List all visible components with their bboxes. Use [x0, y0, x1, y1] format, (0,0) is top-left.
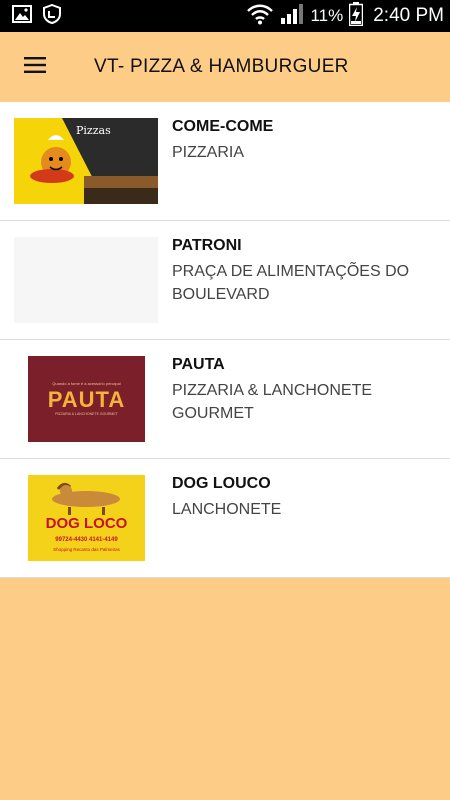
- restaurant-logo: DOG LOCO 99724-4430 4141-4149 Shopping R…: [14, 475, 158, 561]
- clock: 2:40 PM: [373, 5, 444, 26]
- restaurant-item-dog-louco[interactable]: DOG LOCO 99724-4430 4141-4149 Shopping R…: [0, 459, 450, 578]
- restaurant-item-patroni[interactable]: PATRONI PRAÇA DE ALIMENTAÇÕES DO BOULEVA…: [0, 221, 450, 340]
- hamburger-menu-icon: [24, 56, 46, 78]
- restaurant-name: DOG LOUCO: [172, 475, 271, 492]
- restaurant-name: PATRONI: [172, 237, 242, 254]
- battery-charging-icon: [348, 1, 364, 31]
- page-title: VT- PIZZA & HAMBURGUER: [94, 56, 349, 77]
- logo-phone: 99724-4430 4141-4149: [55, 537, 118, 543]
- restaurant-description: LANCHONETE: [172, 501, 282, 518]
- shield-notification-icon: [42, 3, 62, 29]
- gallery-notification-icon: [12, 4, 32, 28]
- status-bar: 11% 2:40 PM: [0, 0, 450, 32]
- logo-text: Pizzas: [76, 124, 111, 137]
- restaurant-item-come-come[interactable]: Pizzas COME-COME PIZZARIA: [0, 102, 450, 221]
- logo-subtitle: PIZZARIA & LANCHONETE GOURMET: [55, 412, 118, 416]
- restaurant-description: PRAÇA DE ALIMENTAÇÕES DO BOULEVARD: [172, 263, 410, 303]
- restaurant-name: COME-COME: [172, 118, 274, 135]
- battery-percent: 11%: [310, 6, 344, 25]
- restaurant-description: PIZZARIA: [172, 144, 245, 161]
- logo-tagline: Quando a fome é a acessório principal: [52, 381, 121, 386]
- cell-signal-icon: [280, 3, 304, 30]
- restaurant-logo-placeholder: [14, 237, 158, 323]
- restaurant-list: Pizzas COME-COME PIZZARIA PATRONI PRAÇA …: [0, 102, 450, 578]
- logo-text: PAUTA: [47, 387, 126, 412]
- restaurant-description: PIZZARIA & LANCHONETE GOURMET: [172, 382, 373, 422]
- restaurant-item-pauta[interactable]: Quando a fome é a acessório principal PA…: [0, 340, 450, 459]
- app-bar: VT- PIZZA & HAMBURGUER: [0, 32, 450, 102]
- logo-text: DOG LOCO: [45, 515, 128, 532]
- restaurant-name: PAUTA: [172, 356, 225, 373]
- restaurant-logo: Quando a fome é a acessório principal PA…: [14, 356, 158, 442]
- wifi-icon: [246, 3, 274, 30]
- restaurant-logo: Pizzas: [14, 118, 158, 204]
- menu-button[interactable]: [0, 32, 70, 102]
- logo-address: Shopping Recanto das Palmeiras: [53, 547, 120, 552]
